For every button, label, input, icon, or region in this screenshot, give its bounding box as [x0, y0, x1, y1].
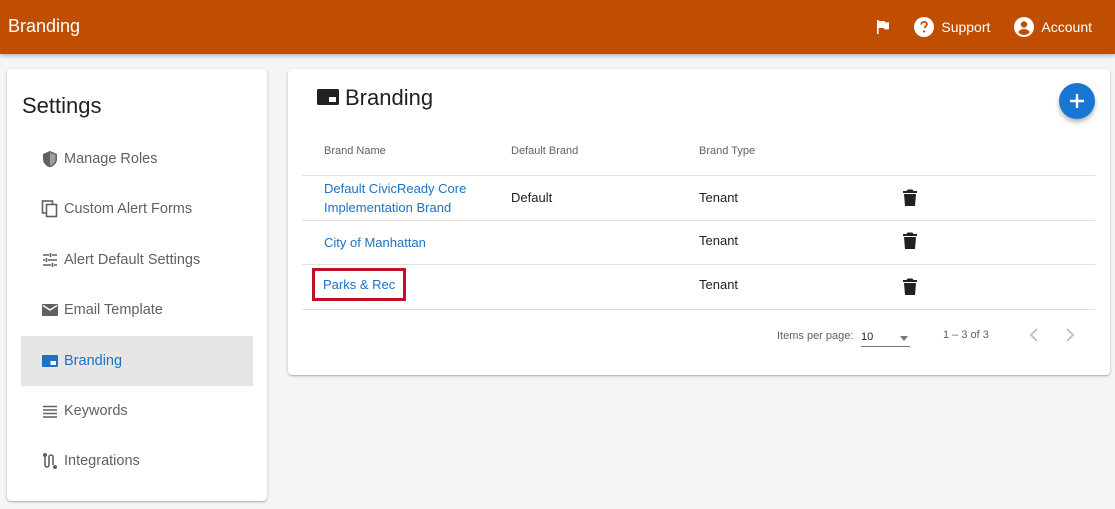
brands-table: Brand Name Default Brand Brand Type Defa…	[302, 132, 1095, 310]
sidebar-item-email-template[interactable]: Email Template	[21, 285, 253, 335]
brand-type-cell: Tenant	[699, 277, 739, 292]
items-per-page-label: Items per page:	[777, 330, 854, 342]
list-icon	[40, 401, 60, 421]
sidebar-item-label: Branding	[64, 352, 123, 369]
top-actions: Support Account	[873, 0, 1115, 54]
sidebar-item-keywords[interactable]: Keywords	[21, 386, 253, 436]
page-size-select[interactable]: 10	[861, 323, 910, 347]
branding-icon	[317, 87, 339, 109]
settings-nav: Manage Roles Custom Alert Forms Alert De…	[21, 134, 253, 487]
branding-card: Branding Brand Name Default Brand Brand …	[288, 69, 1110, 375]
brand-name-link[interactable]: City of Manhattan	[324, 233, 426, 252]
card-title: Branding	[345, 85, 434, 110]
app-title: Branding	[8, 16, 81, 36]
copy-icon	[40, 199, 60, 219]
add-brand-button[interactable]	[1059, 83, 1095, 119]
table-row: Default CivicReady Core Implementation B…	[302, 176, 1095, 221]
help-icon	[913, 16, 935, 38]
plus-icon	[1070, 94, 1084, 108]
mail-icon	[40, 300, 60, 320]
page-size-value: 10	[861, 331, 874, 343]
branding-icon	[40, 351, 60, 371]
sidebar-item-branding[interactable]: Branding	[21, 335, 253, 386]
account-button[interactable]: Account	[1013, 16, 1092, 38]
support-button[interactable]: Support	[913, 16, 990, 38]
brand-name-link[interactable]: Parks & Rec	[311, 268, 407, 301]
brand-name-link[interactable]: Default CivicReady Core Implementation B…	[324, 179, 466, 217]
table-header: Brand Name Default Brand Brand Type	[302, 132, 1095, 176]
card-header: Branding	[317, 85, 433, 111]
previous-page-button[interactable]	[1024, 325, 1044, 345]
sidebar-item-label: Integrations	[64, 453, 140, 470]
account-label: Account	[1041, 19, 1092, 35]
page-range-label: 1 – 3 of 3	[943, 329, 989, 341]
chevron-right-icon	[1066, 328, 1075, 342]
top-app-bar: Branding Support Account	[0, 0, 1115, 54]
paginator: Items per page: 10 1 – 3 of 3	[288, 319, 1110, 353]
next-page-button[interactable]	[1060, 325, 1080, 345]
brand-name-line: Default CivicReady Core	[324, 181, 467, 196]
sidebar-item-label: Alert Default Settings	[64, 251, 201, 268]
account-circle-icon	[1013, 16, 1035, 38]
delete-icon[interactable]	[902, 277, 918, 295]
sidebar-item-manage-roles[interactable]: Manage Roles	[21, 134, 253, 184]
sidebar-item-label: Custom Alert Forms	[64, 201, 193, 218]
sidebar-item-custom-alert-forms[interactable]: Custom Alert Forms	[21, 184, 253, 234]
brand-name-line: Implementation Brand	[324, 200, 452, 215]
sidebar-item-integrations[interactable]: Integrations	[21, 436, 253, 486]
table-row: City of Manhattan Tenant	[302, 221, 1095, 265]
sidebar-item-label: Manage Roles	[64, 151, 158, 167]
default-brand-cell: Default	[511, 190, 553, 205]
delete-icon[interactable]	[902, 232, 918, 250]
settings-sidebar: Settings Manage Roles Custom Alert Forms…	[7, 69, 267, 501]
support-label: Support	[941, 19, 991, 35]
tune-icon	[40, 250, 60, 270]
dropdown-arrow-icon	[900, 336, 908, 341]
sidebar-item-label: Keywords	[64, 402, 128, 419]
brand-type-cell: Tenant	[699, 190, 739, 205]
brand-type-cell: Tenant	[699, 232, 739, 248]
delete-icon[interactable]	[902, 188, 918, 206]
sidebar-item-alert-default-settings[interactable]: Alert Default Settings	[21, 235, 253, 285]
integrations-icon	[40, 451, 60, 471]
sidebar-title: Settings	[22, 93, 102, 118]
table-row: Parks & Rec Tenant	[302, 265, 1095, 310]
column-header-brand-name[interactable]: Brand Name	[324, 145, 386, 157]
flag-icon[interactable]	[873, 17, 893, 37]
column-header-brand-type[interactable]: Brand Type	[699, 145, 755, 157]
sidebar-item-label: Email Template	[64, 302, 163, 319]
shield-icon	[40, 149, 60, 169]
column-header-default-brand[interactable]: Default Brand	[511, 145, 578, 157]
chevron-left-icon	[1029, 328, 1038, 342]
